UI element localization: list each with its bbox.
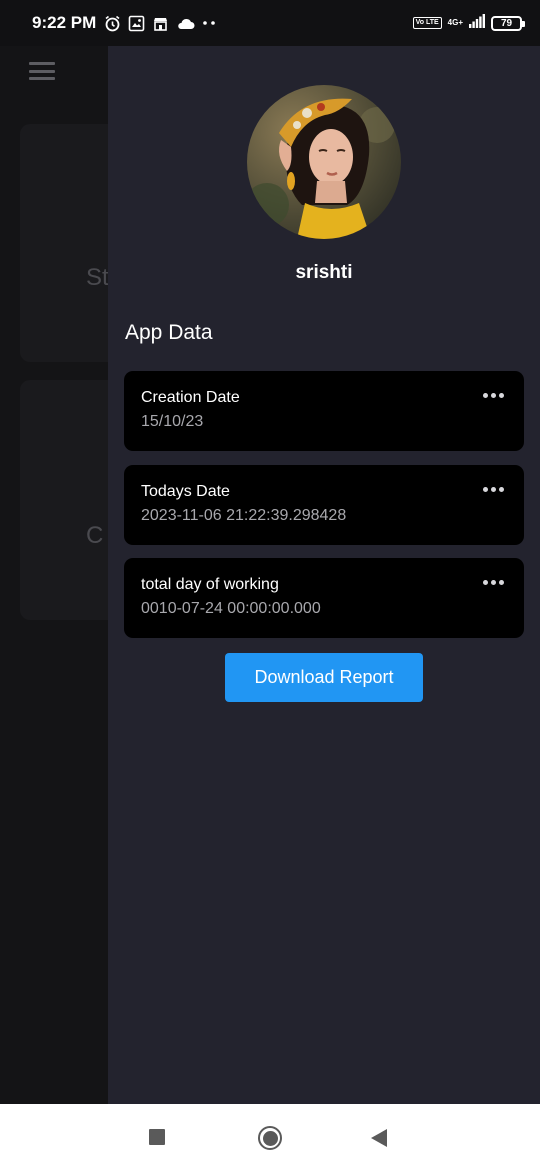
card-title: Creation Date [141, 389, 240, 406]
section-title: App Data [125, 321, 213, 344]
status-bar: 9:22 PM Vo LTE 4G+ 79 [0, 0, 540, 46]
info-card-todays-date: Todays Date 2023-11-06 21:22:39.298428 [124, 465, 524, 545]
alarm-icon [104, 15, 121, 32]
battery-icon: 79 [491, 15, 525, 31]
card-value: 2023-11-06 21:22:39.298428 [141, 507, 347, 524]
home-icon[interactable] [258, 1126, 282, 1150]
notification-icons [104, 15, 216, 32]
app-screen: 9:22 PM Vo LTE 4G+ 79 St C srishti App D… [0, 0, 540, 1170]
more-horizontal-icon[interactable] [483, 393, 504, 398]
more-dots-icon [202, 20, 216, 26]
card-title: total day of working [141, 576, 279, 593]
recents-icon[interactable] [149, 1129, 165, 1145]
card-title: Todays Date [141, 483, 230, 500]
hamburger-menu-icon[interactable] [29, 62, 55, 80]
background-card-text: C [86, 522, 104, 549]
info-card-creation-date: Creation Date 15/10/23 [124, 371, 524, 451]
download-report-button[interactable]: Download Report [225, 653, 423, 702]
background-card-text: St [86, 264, 109, 291]
back-icon[interactable] [371, 1129, 387, 1147]
avatar[interactable] [247, 85, 401, 239]
gallery-icon [128, 15, 145, 32]
store-icon [152, 15, 169, 32]
card-value: 15/10/23 [141, 413, 204, 430]
navigation-drawer: srishti App Data Creation Date 15/10/23 … [108, 40, 540, 1104]
more-horizontal-icon[interactable] [483, 487, 504, 492]
cloud-icon [176, 17, 195, 30]
system-icons: Vo LTE 4G+ 79 [412, 13, 525, 33]
username: srishti [295, 262, 353, 283]
volte-icon: Vo LTE [412, 17, 442, 29]
info-card-total-days-working: total day of working 0010-07-24 00:00:00… [124, 558, 524, 638]
card-value: 0010-07-24 00:00:00.000 [141, 600, 321, 617]
more-horizontal-icon[interactable] [483, 580, 504, 585]
network-type: 4G+ [447, 18, 463, 27]
status-time: 9:22 PM [32, 13, 97, 32]
signal-icon [469, 13, 485, 33]
system-nav-bar [0, 1104, 540, 1170]
